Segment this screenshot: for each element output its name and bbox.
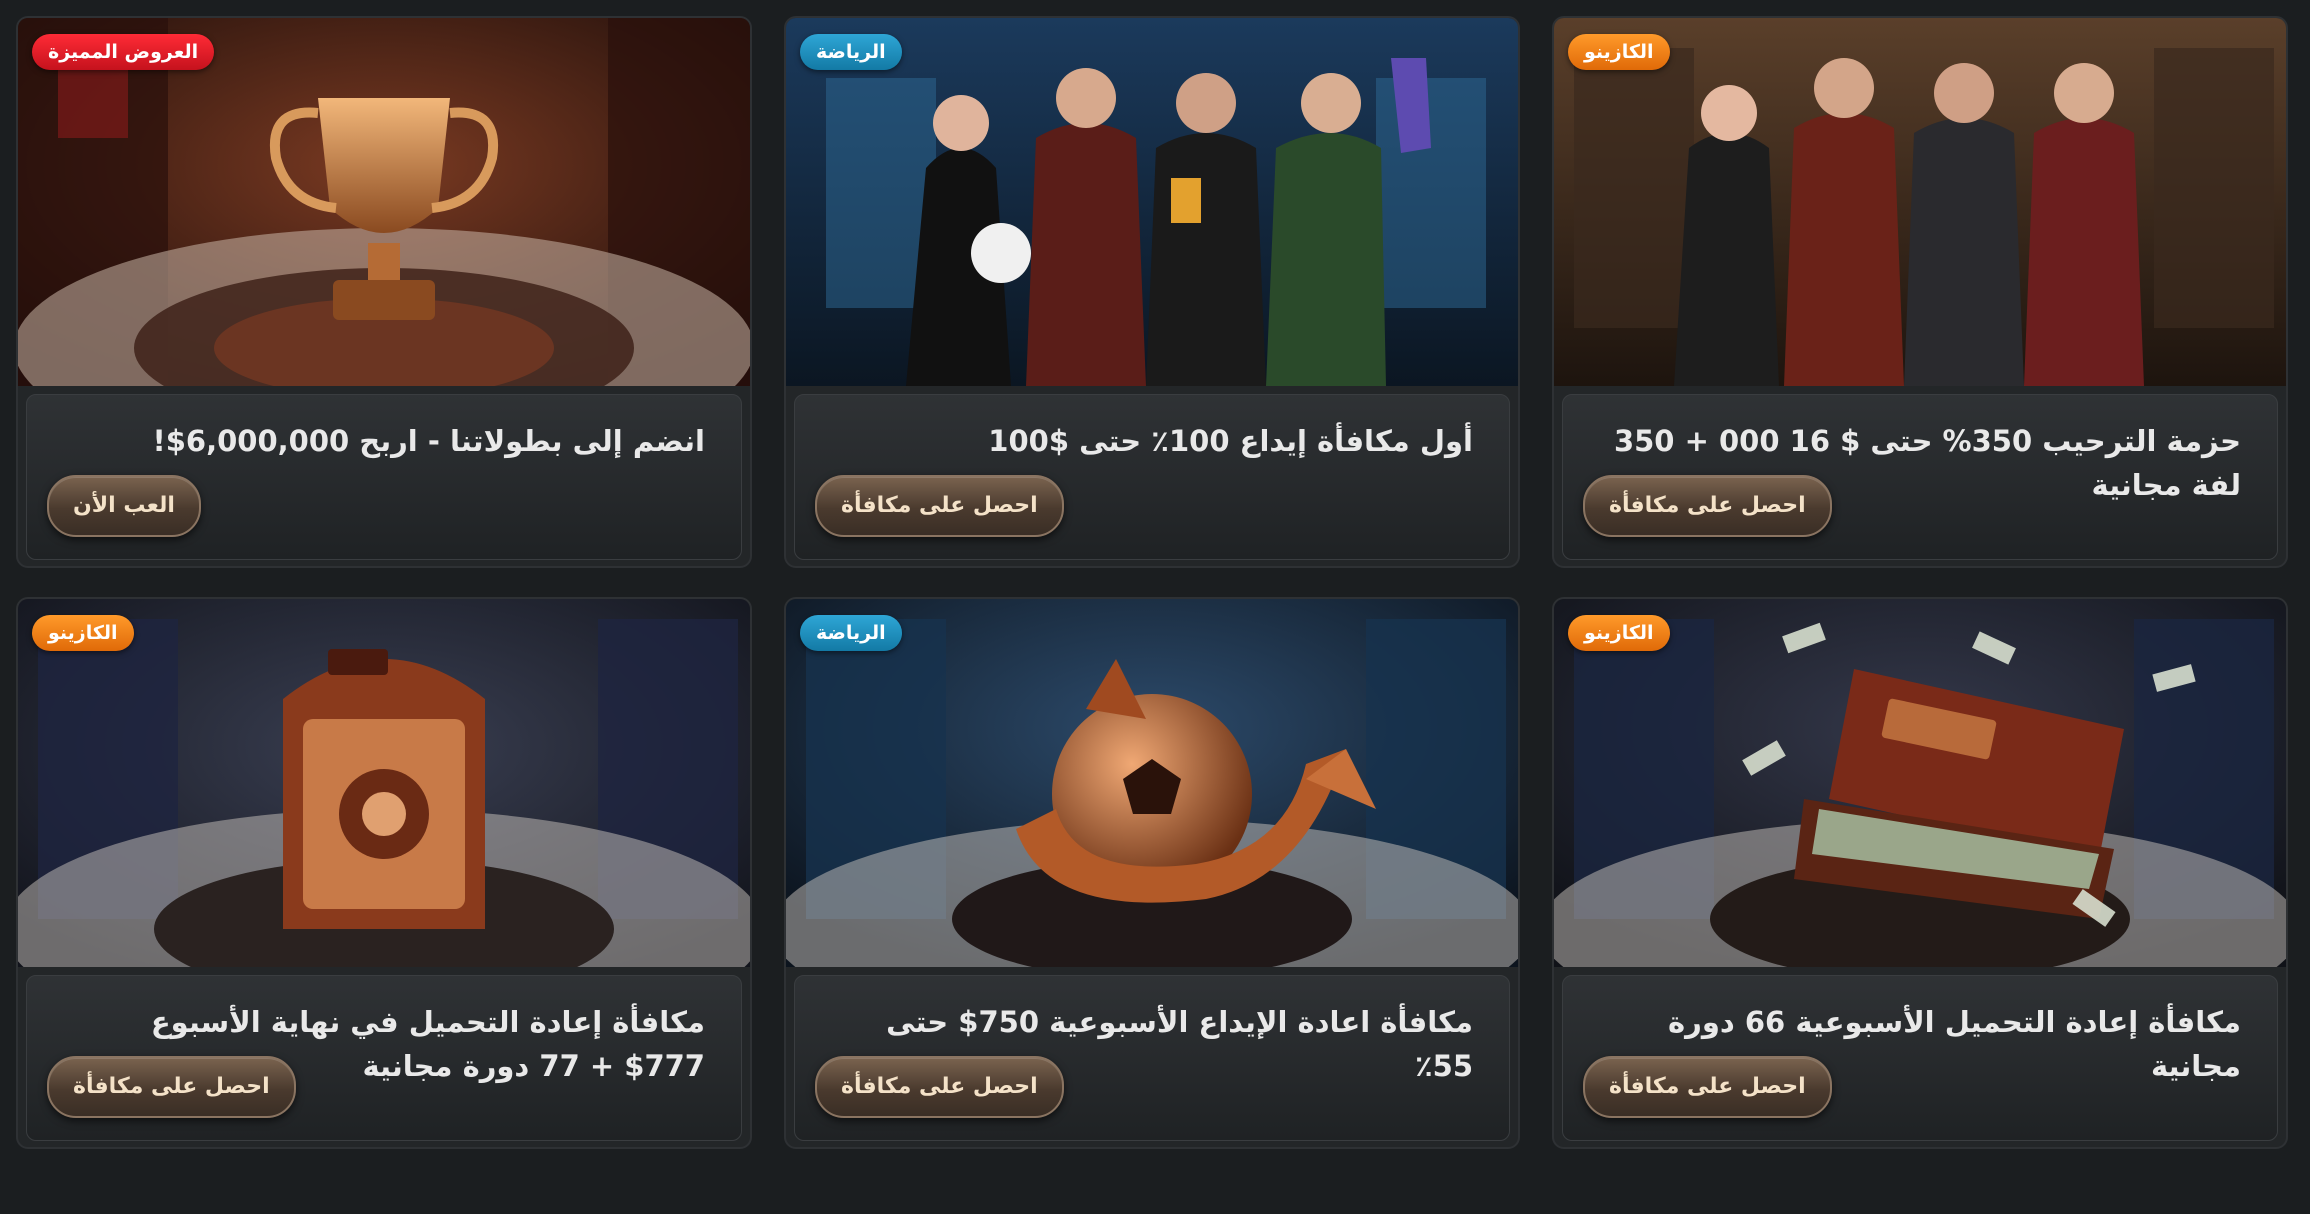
promo-image-casino-characters[interactable]: الكازينو [1554,18,2286,386]
category-badge: الرياضة [800,615,902,651]
promo-panel: حزمة الترحيب 350% حتى $ 16 000 + 350 لفة… [1562,394,2278,560]
claim-bonus-button[interactable]: احصل على مكافأة [815,475,1064,537]
promo-card[interactable]: العروض المميزة انضم إلى بطولاتنا - اربح … [16,16,752,568]
promo-card[interactable]: الكازينو مكافأة إعادة التحميل الأسبوعية … [1552,597,2288,1149]
promo-card[interactable]: الرياضة أول مكافأة إيداع 100٪ حتى $100 ا… [784,16,1520,568]
promo-image-money-suitcase[interactable]: الكازينو [1554,599,2286,967]
promo-panel: مكافأة إعادة التحميل في نهاية الأسبوع 77… [26,975,742,1141]
claim-bonus-button[interactable]: احصل على مكافأة [47,1056,296,1118]
claim-bonus-button[interactable]: احصل على مكافأة [815,1056,1064,1118]
category-badge: الكازينو [32,615,134,651]
category-badge: الرياضة [800,34,902,70]
promo-title: انضم إلى بطولاتنا - اربح 6,000,000$! [152,424,705,458]
promo-panel: مكافأة إعادة التحميل الأسبوعية 66 دورة م… [1562,975,2278,1141]
promo-card[interactable]: الرياضة مكافأة اعادة الإيداع الأسبوعية 7… [784,597,1520,1149]
promo-image-sports-characters[interactable]: الرياضة [786,18,1518,386]
promo-image-trophy[interactable]: العروض المميزة [18,18,750,386]
claim-bonus-button[interactable]: احصل على مكافأة [1583,1056,1832,1118]
promo-card[interactable]: الكازينو مكافأة إعادة التحميل في نهاية ا… [16,597,752,1149]
promo-title: أول مكافأة إيداع 100٪ حتى $100 [988,424,1473,458]
promo-image-slot-safe[interactable]: الكازينو [18,599,750,967]
category-badge: الكازينو [1568,615,1670,651]
promo-panel: مكافأة اعادة الإيداع الأسبوعية 750$ حتى … [794,975,1510,1141]
claim-bonus-button[interactable]: احصل على مكافأة [1583,475,1832,537]
promo-image-football[interactable]: الرياضة [786,599,1518,967]
category-badge: العروض المميزة [32,34,215,70]
promotions-grid: العروض المميزة انضم إلى بطولاتنا - اربح … [0,0,2310,1214]
category-badge: الكازينو [1568,34,1670,70]
promo-card[interactable]: الكازينو حزمة الترحيب 350% حتى $ 16 000 … [1552,16,2288,568]
play-now-button[interactable]: العب الأن [47,475,201,537]
promo-panel: أول مكافأة إيداع 100٪ حتى $100 احصل على … [794,394,1510,560]
promo-panel: انضم إلى بطولاتنا - اربح 6,000,000$! الع… [26,394,742,560]
